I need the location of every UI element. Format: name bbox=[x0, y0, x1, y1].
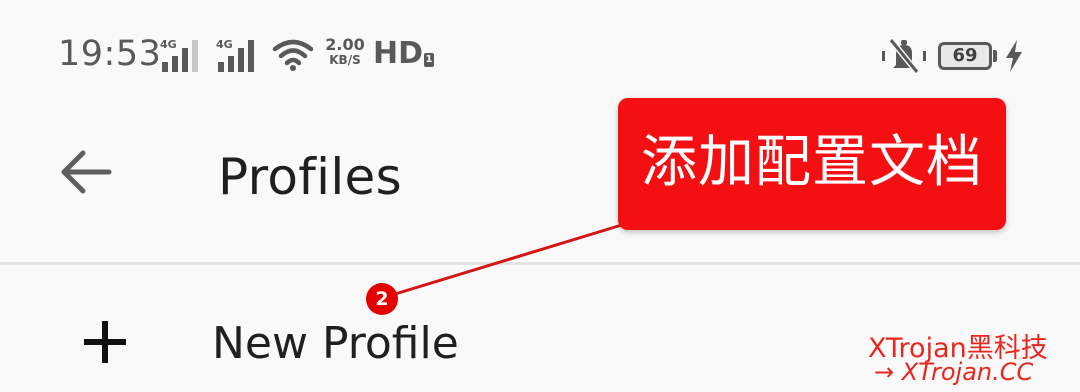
signal-icon-sim1: 4G bbox=[160, 38, 204, 72]
battery-tip bbox=[993, 50, 997, 62]
arrow-left-icon bbox=[61, 150, 112, 194]
annotation-step-badge: 2 bbox=[366, 283, 398, 315]
network-speed: 2.00 KB/S bbox=[324, 36, 366, 68]
status-bar: 19:53 4G 4G 2.00 KB/S HD 1 69 bbox=[0, 0, 1080, 110]
plus-icon bbox=[84, 321, 126, 363]
annotation-callout: 添加配置文档 bbox=[618, 98, 1006, 230]
new-profile-label: New Profile bbox=[212, 318, 459, 369]
signal-bars-icon bbox=[218, 40, 254, 72]
hd-voice-indicator: HD 1 bbox=[373, 36, 435, 71]
wifi-icon bbox=[272, 39, 314, 71]
battery-icon: 69 bbox=[938, 42, 992, 70]
watermark-url: → XTrojan.CC bbox=[874, 358, 1034, 386]
mute-icon bbox=[882, 38, 926, 74]
page-title: Profiles bbox=[218, 148, 402, 206]
hd-sub-label: 1 bbox=[424, 53, 435, 67]
signal-bars-icon bbox=[162, 40, 198, 72]
status-time: 19:53 bbox=[58, 34, 162, 74]
signal-icon-sim2: 4G bbox=[216, 38, 260, 72]
network-speed-unit: KB/S bbox=[329, 53, 361, 67]
app-bar-divider bbox=[0, 262, 1080, 265]
battery-percent: 69 bbox=[952, 45, 978, 66]
back-button[interactable] bbox=[46, 132, 126, 212]
hd-label: HD bbox=[373, 36, 424, 71]
charging-icon bbox=[1006, 40, 1022, 72]
annotation-label: 添加配置文档 bbox=[641, 130, 983, 195]
network-speed-value: 2.00 bbox=[325, 35, 365, 54]
